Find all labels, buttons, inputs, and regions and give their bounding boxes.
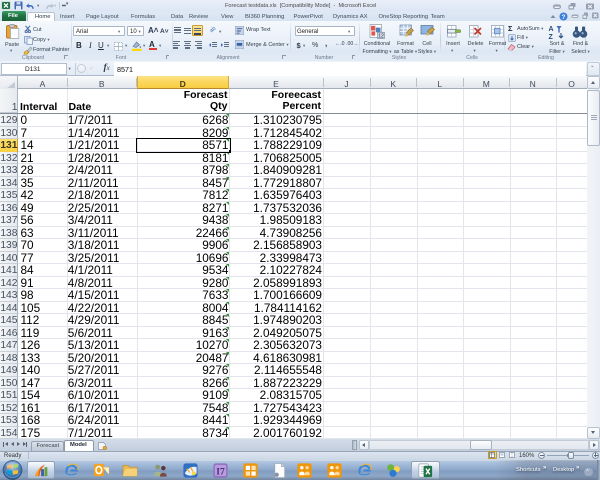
svg-text:I7: I7 [216, 467, 225, 477]
